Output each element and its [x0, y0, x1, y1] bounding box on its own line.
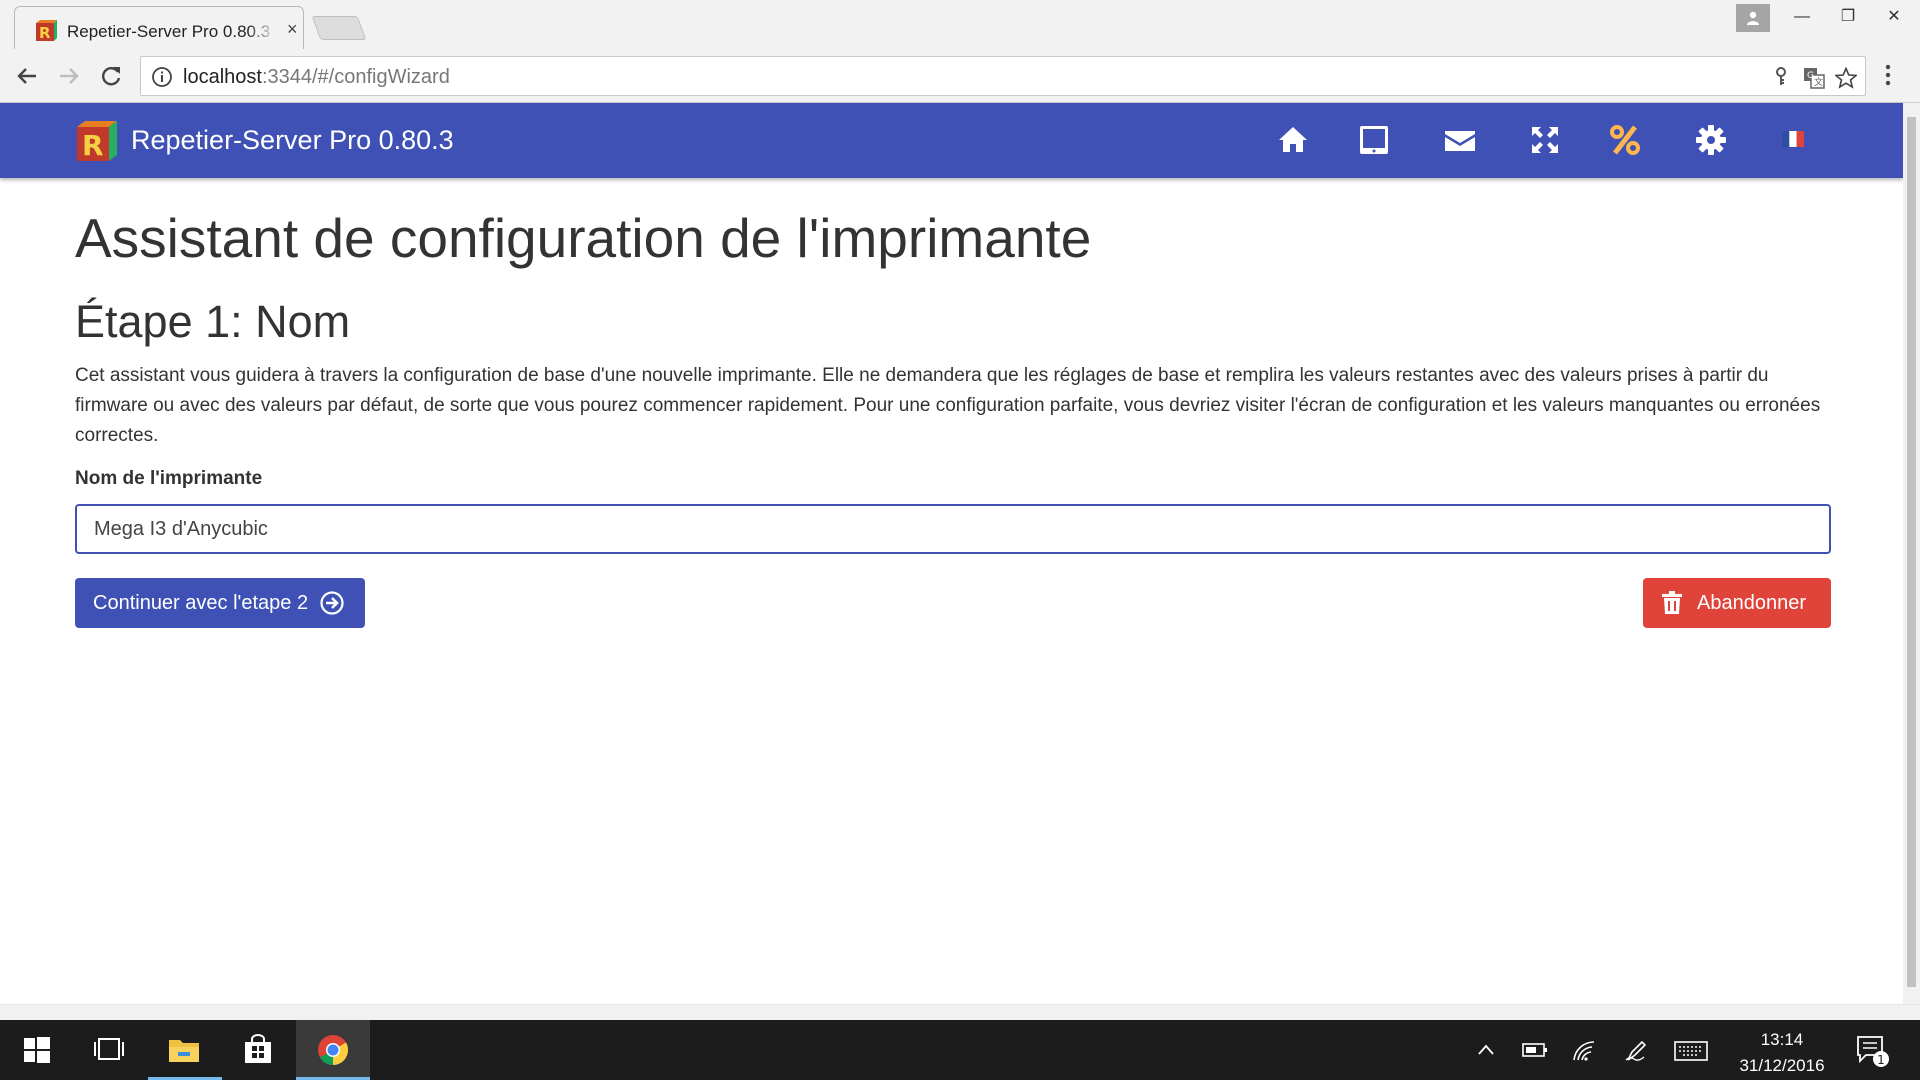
tablet-icon[interactable] — [1357, 123, 1391, 157]
app-header: R Repetier-Server Pro 0.80.3 — [0, 103, 1903, 178]
taskbar-clock[interactable]: 13:14 31/12/2016 — [1728, 1027, 1836, 1079]
arrow-circle-right-icon — [320, 591, 344, 615]
horizontal-scrollbar[interactable] — [0, 1004, 1920, 1020]
pen-icon[interactable] — [1624, 1040, 1648, 1062]
new-tab-button[interactable] — [311, 16, 367, 40]
chrome-logo-icon — [318, 1035, 348, 1066]
store-bag-icon — [245, 1034, 271, 1063]
translate-icon[interactable]: G 文 — [1803, 67, 1825, 89]
chrome-taskbar-item[interactable] — [296, 1020, 370, 1080]
profile-button[interactable] — [1736, 4, 1770, 32]
window-close-button[interactable]: ✕ — [1872, 4, 1916, 30]
wifi-icon[interactable] — [1572, 1040, 1596, 1062]
percent-icon[interactable] — [1608, 123, 1642, 157]
svg-text:R: R — [39, 24, 51, 42]
browser-toolbar: localhost:3344/#/configWizard G 文 — [0, 49, 1920, 103]
browser-tab[interactable]: R Repetier-Server Pro 0.80.3 × — [14, 6, 304, 49]
gear-icon[interactable] — [1694, 123, 1728, 157]
french-flag-icon[interactable] — [1782, 131, 1804, 147]
repetier-logo[interactable]: R — [75, 119, 119, 163]
continue-button-label: Continuer avec l'etape 2 — [93, 591, 309, 614]
clock-time: 13:14 — [1760, 1030, 1804, 1049]
svg-text:文: 文 — [1814, 76, 1823, 88]
file-explorer-taskbar-item[interactable] — [148, 1020, 222, 1080]
tab-title: Repetier-Server Pro 0.80.3 — [67, 22, 277, 42]
person-icon — [1747, 11, 1759, 25]
address-bar[interactable]: localhost:3344/#/configWizard G 文 — [140, 56, 1866, 96]
vertical-scrollbar[interactable] — [1903, 103, 1920, 1004]
folder-icon — [169, 1040, 199, 1062]
home-icon[interactable] — [1276, 123, 1310, 157]
task-view-button[interactable] — [74, 1020, 148, 1080]
page-title: Assistant de configuration de l'impriman… — [75, 207, 1092, 269]
svg-text:G: G — [1807, 71, 1814, 81]
expand-icon[interactable] — [1528, 123, 1562, 157]
repetier-favicon: R — [36, 20, 57, 42]
start-button[interactable] — [0, 1020, 74, 1080]
tab-close-button[interactable]: × — [287, 19, 298, 40]
browser-titlebar: R Repetier-Server Pro 0.80.3 × — ❐ ✕ — [0, 0, 1920, 49]
clock-date: 31/12/2016 — [1739, 1056, 1825, 1075]
task-view-icon — [94, 1038, 124, 1060]
keyboard-icon[interactable] — [1674, 1040, 1708, 1062]
forward-arrow-icon[interactable] — [54, 61, 84, 91]
printer-name-label: Nom de l'imprimante — [75, 468, 263, 489]
back-arrow-icon[interactable] — [12, 61, 42, 91]
reload-icon[interactable] — [96, 61, 126, 91]
intro-text: Cet assistant vous guidera à travers la … — [75, 365, 1821, 446]
window-minimize-button[interactable]: — — [1780, 4, 1824, 30]
abort-button-label: Abandonner — [1697, 591, 1806, 614]
continue-step-2-button[interactable]: Continuer avec l'etape 2 — [75, 578, 365, 628]
store-taskbar-item[interactable] — [222, 1020, 296, 1080]
chevron-up-icon[interactable] — [1476, 1040, 1496, 1060]
windows-logo-icon — [24, 1037, 50, 1063]
url-text[interactable]: localhost:3344/#/configWizard — [183, 66, 450, 89]
chrome-menu-icon[interactable] — [1884, 63, 1892, 87]
envelope-icon[interactable] — [1443, 123, 1477, 157]
info-icon[interactable] — [151, 66, 173, 88]
step-title: Étape 1: Nom — [75, 296, 351, 347]
abort-button[interactable]: Abandonner — [1643, 578, 1831, 628]
app-title[interactable]: Repetier-Server Pro 0.80.3 — [131, 125, 454, 156]
window-restore-button[interactable]: ❐ — [1826, 4, 1870, 30]
key-icon[interactable] — [1771, 67, 1791, 87]
action-center-icon[interactable]: 1 — [1856, 1035, 1890, 1069]
trash-icon — [1662, 591, 1682, 614]
svg-text:R: R — [82, 129, 104, 162]
url-host: localhost — [183, 66, 262, 88]
url-path: :3344/#/configWizard — [261, 66, 450, 88]
printer-name-input[interactable] — [75, 504, 1831, 554]
notification-count: 1 — [1877, 1053, 1885, 1067]
battery-icon[interactable] — [1522, 1040, 1548, 1060]
vertical-scroll-thumb[interactable] — [1907, 117, 1916, 987]
star-icon[interactable] — [1835, 67, 1857, 89]
windows-taskbar: 13:14 31/12/2016 1 — [0, 1020, 1920, 1080]
